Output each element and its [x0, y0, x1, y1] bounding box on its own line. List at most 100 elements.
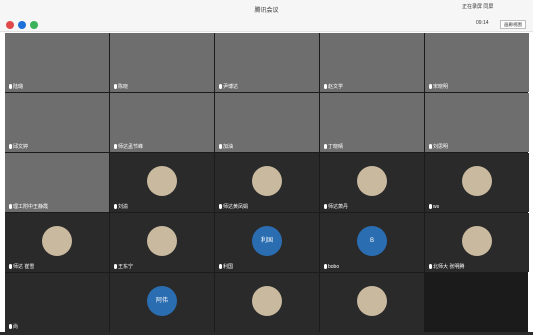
participant-name: 陆璐 [9, 83, 23, 90]
participant-name: 师达孟节峰 [114, 143, 143, 150]
participant-name-text: 理工附中王静霞 [13, 204, 49, 210]
participant-name: 师达黄凤娟 [219, 203, 248, 210]
mic-icon [429, 84, 432, 89]
participant-name-text: 尚 [13, 324, 19, 330]
mic-icon [219, 144, 222, 149]
participant-tile[interactable]: 师达黄凤娟 [215, 153, 319, 212]
participant-tile[interactable]: 北师大 张明腾 [425, 213, 529, 272]
avatar [252, 166, 282, 196]
participant-name: 刘渝 [114, 203, 128, 210]
participant-name-text: 北师大 张明腾 [433, 264, 465, 270]
participant-name: 赵文学 [324, 83, 343, 90]
participant-tile[interactable]: 尹博达 [215, 33, 319, 92]
avatar [357, 166, 387, 196]
participant-name-text: 赵文学 [328, 84, 344, 90]
participant-tile[interactable]: 刘思明 [425, 93, 529, 152]
participant-name-text: 师达孟节峰 [118, 144, 144, 150]
mic-icon [219, 84, 222, 89]
participant-tile[interactable]: 王东宁 [110, 213, 214, 272]
participant-tile[interactable]: Bbobo [320, 213, 424, 272]
participant-name: 加油 [219, 143, 233, 150]
participant-name-text: 陆璐 [13, 84, 24, 90]
meeting-window: 腾讯会议 正在录屏 同屏 09:14 画廊视图 陆璐 陈晓 尹博达 赵文学 宋晓明邱文婷… [0, 0, 533, 335]
avatar [147, 226, 177, 256]
participant-name-text: 师达 崔雪 [13, 264, 35, 270]
avatar [252, 286, 282, 316]
mic-icon [429, 204, 432, 209]
participant-tile[interactable]: 师达 崔雪 [5, 213, 109, 272]
participant-name: 理工附中王静霞 [9, 203, 48, 210]
participant-name: 尚 [9, 323, 18, 330]
mic-icon [219, 264, 222, 269]
avatar: B [357, 226, 387, 256]
participant-tile[interactable]: 加油 [215, 93, 319, 152]
participant-name-text: 王东宁 [118, 264, 134, 270]
participant-name: 师达萧丹 [324, 203, 348, 210]
mic-icon [324, 204, 327, 209]
participant-name-text: 宋晓明 [433, 84, 449, 90]
avatar [357, 286, 387, 316]
participant-tile[interactable]: ws [425, 153, 529, 212]
avatar [462, 226, 492, 256]
avatar: 利国 [252, 226, 282, 256]
participant-tile[interactable]: 师达孟节峰 [110, 93, 214, 152]
gallery-view-button[interactable]: 画廊视图 [500, 20, 526, 29]
participant-name-text: 陈晓 [118, 84, 129, 90]
participant-tile[interactable]: 师达萧丹 [320, 153, 424, 212]
participant-name: 邱文婷 [9, 143, 28, 150]
participant-name: 尹博达 [219, 83, 238, 90]
shield-icon[interactable] [18, 21, 26, 29]
participant-name-text: ws [433, 204, 440, 210]
participant-tile[interactable]: 刘渝 [110, 153, 214, 212]
mic-icon [429, 144, 432, 149]
participant-tile[interactable]: 尚 [5, 273, 109, 332]
mic-icon [9, 84, 12, 89]
participant-name: 宋晓明 [429, 83, 448, 90]
mic-icon [429, 264, 432, 269]
participant-name: 师达 崔雪 [9, 263, 34, 270]
participant-name: 王东宁 [114, 263, 133, 270]
mic-icon [114, 144, 117, 149]
mic-icon [114, 264, 117, 269]
participant-tile[interactable]: 宋晓明 [425, 33, 529, 92]
mic-icon [9, 144, 12, 149]
participant-name-text: 刘渝 [118, 204, 129, 210]
mic-icon [9, 324, 12, 329]
participant-name-text: 加油 [223, 144, 234, 150]
participant-tile[interactable]: 邱文婷 [5, 93, 109, 152]
mic-icon [9, 264, 12, 269]
participant-tile[interactable]: 阿伟 [110, 273, 214, 332]
mic-icon [114, 84, 117, 89]
participant-name: ws [429, 204, 439, 210]
participant-tile[interactable]: 赵文学 [320, 33, 424, 92]
participant-name: 刘思明 [429, 143, 448, 150]
participant-name: 丁晓晴 [324, 143, 343, 150]
participant-tile[interactable]: 陈晓 [110, 33, 214, 92]
participant-tile[interactable]: 理工附中王静霞 [5, 153, 109, 212]
recording-notice[interactable]: 正在录屏 同屏 [462, 3, 493, 10]
participant-name: 北师大 张明腾 [429, 263, 464, 270]
mic-icon [114, 204, 117, 209]
signal-icon[interactable] [30, 21, 38, 29]
participant-name: 陈晓 [114, 83, 128, 90]
participant-name-text: 丁晓晴 [328, 144, 344, 150]
participant-tile[interactable] [215, 273, 319, 332]
meeting-timer: 09:14 [476, 20, 489, 26]
participant-name-text: 利国 [223, 264, 234, 270]
participant-tile[interactable] [320, 273, 424, 332]
status-icon [6, 21, 14, 29]
participant-tile[interactable]: 利国 利国 [215, 213, 319, 272]
participant-name-text: 师达萧丹 [328, 204, 349, 210]
participant-tile[interactable]: 陆璐 [5, 33, 109, 92]
participant-tile[interactable]: 丁晓晴 [320, 93, 424, 152]
participant-name-text: 邱文婷 [13, 144, 29, 150]
meeting-info-bar: 09:14 [0, 18, 533, 32]
mic-icon [324, 264, 327, 269]
title-bar: 腾讯会议 正在录屏 同屏 [0, 0, 533, 18]
participant-name: bobo [324, 264, 339, 270]
participant-grid: 陆璐 陈晓 尹博达 赵文学 宋晓明 邱文婷 师达孟节峰 加油 丁晓晴 刘思明 理工附中王静霞 刘渝 师达… [5, 33, 529, 332]
participant-name-text: 刘思明 [433, 144, 449, 150]
mic-icon [324, 84, 327, 89]
mic-icon [324, 144, 327, 149]
mic-icon [219, 204, 222, 209]
